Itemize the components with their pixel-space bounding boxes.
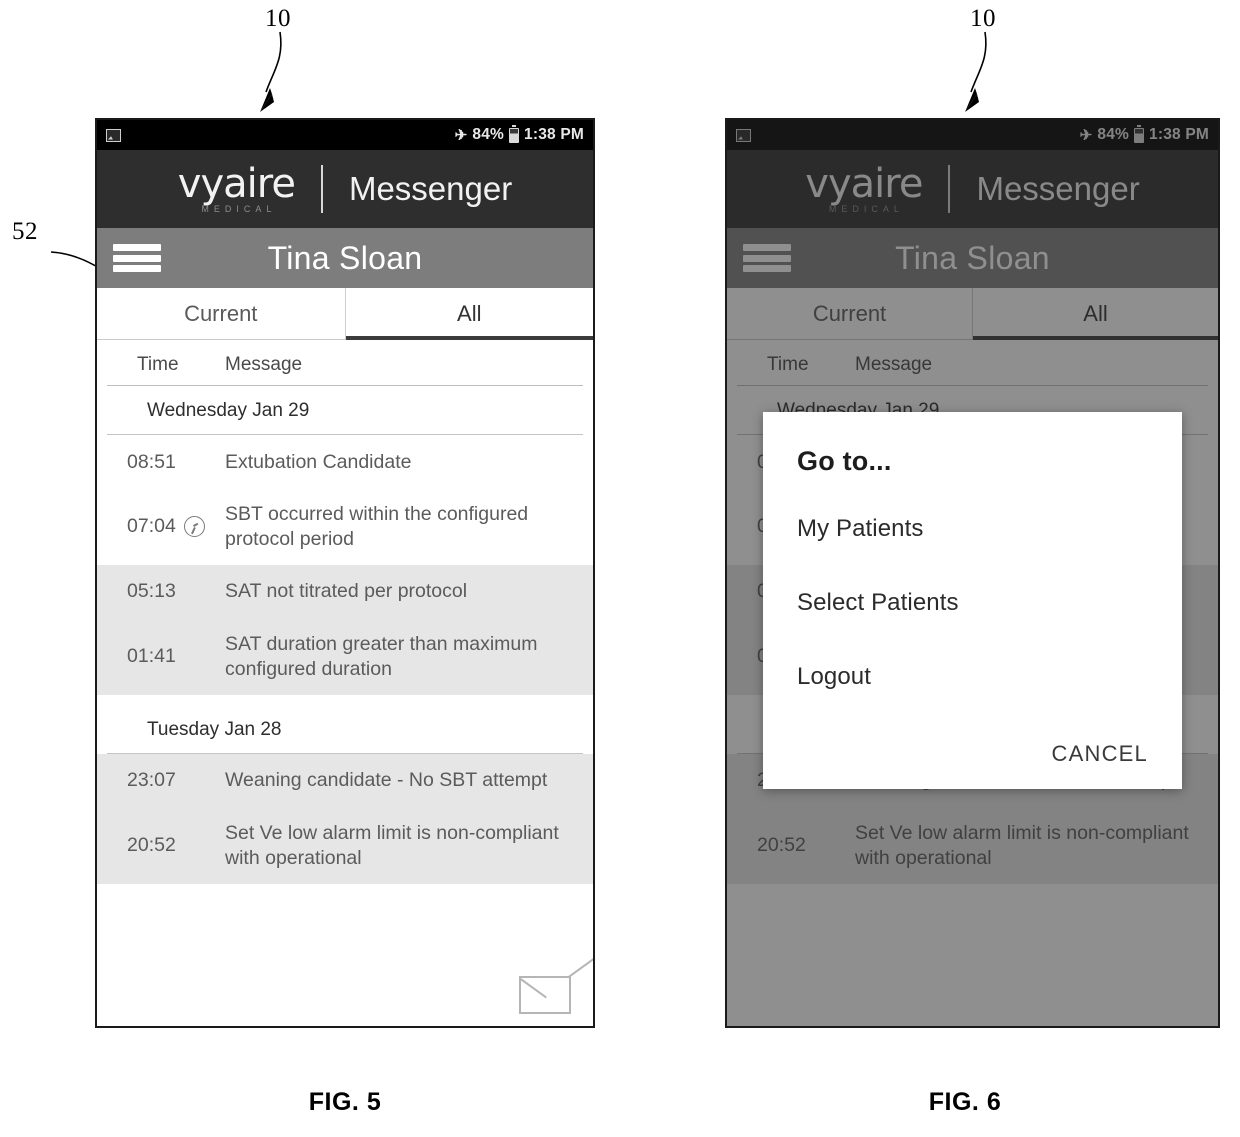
row-message: SBT occurred within the configured proto… bbox=[225, 503, 529, 550]
hamburger-bar bbox=[113, 244, 161, 251]
row-time: 20:52 bbox=[757, 834, 806, 857]
clock-icon bbox=[183, 516, 205, 538]
dialog-item-my-patients[interactable]: My Patients bbox=[797, 515, 1148, 589]
phone-screen-fig5: ✈ 84% 1:38 PM vyaire MEDICAL Messenger T… bbox=[95, 118, 595, 1028]
dialog-item-logout[interactable]: Logout bbox=[797, 663, 1148, 737]
ref-numeral-52: 52 bbox=[12, 218, 38, 245]
tab-label: All bbox=[1083, 300, 1108, 326]
table-row[interactable]: 08:51 Extubation Candidate bbox=[97, 435, 593, 489]
table-row[interactable]: 01:41 SAT duration greater than maximum … bbox=[97, 618, 593, 695]
airplane-mode-icon: ✈ bbox=[1079, 126, 1093, 144]
ref-numeral-10-fig5: 10 bbox=[265, 5, 291, 32]
tab-label: Current bbox=[812, 300, 887, 326]
row-time: 20:52 bbox=[127, 834, 176, 857]
title-bar: Tina Sloan bbox=[97, 228, 593, 288]
tab-bar: Current All bbox=[727, 288, 1218, 340]
table-row[interactable]: 23:07 Weaning candidate - No SBT attempt bbox=[97, 753, 593, 808]
brand-subtitle: MEDICAL bbox=[828, 203, 904, 214]
row-message: Set Ve low alarm limit is non-compliant … bbox=[855, 821, 1189, 869]
status-bar: ✈ 84% 1:38 PM bbox=[727, 120, 1218, 150]
hamburger-bar bbox=[743, 244, 791, 251]
row-message: SAT duration greater than maximum config… bbox=[225, 632, 538, 680]
row-time-label: 07:04 bbox=[127, 515, 176, 538]
tab-current[interactable]: Current bbox=[97, 288, 345, 339]
envelope-icon[interactable] bbox=[519, 976, 571, 1014]
row-message: SAT not titrated per protocol bbox=[225, 580, 468, 603]
hamburger-bar bbox=[743, 265, 791, 272]
photo-icon bbox=[736, 128, 751, 142]
figure-caption-fig5: FIG. 5 bbox=[308, 1088, 382, 1116]
tab-all[interactable]: All bbox=[972, 288, 1218, 340]
battery-percent-label: 84% bbox=[472, 126, 505, 143]
page-title: Tina Sloan bbox=[895, 239, 1050, 276]
ref-numeral-10-fig6: 10 bbox=[970, 5, 996, 32]
tab-bar: Current All bbox=[97, 288, 593, 340]
column-headers: Time Message bbox=[737, 340, 1208, 386]
brand-bar: vyaire MEDICAL Messenger bbox=[727, 150, 1218, 228]
table-row: 20:52 Set Ve low alarm limit is non-comp… bbox=[727, 807, 1218, 884]
battery-percent-label: 84% bbox=[1097, 126, 1130, 143]
clock-time-label: 1:38 PM bbox=[524, 126, 584, 143]
vyaire-logo: vyaire MEDICAL bbox=[177, 160, 321, 214]
figure-caption-fig6: FIG. 6 bbox=[928, 1088, 1002, 1116]
dialog-item-select-patients[interactable]: Select Patients bbox=[797, 589, 1148, 663]
row-message: Weaning candidate - No SBT attempt bbox=[225, 769, 548, 792]
tab-label: Current bbox=[184, 300, 258, 326]
row-time: 23:07 bbox=[127, 769, 176, 792]
row-time: 08:51 bbox=[127, 450, 176, 473]
battery-icon bbox=[509, 124, 520, 143]
column-headers: Time Message bbox=[107, 340, 583, 386]
airplane-mode-icon: ✈ bbox=[454, 126, 468, 144]
tab-all[interactable]: All bbox=[344, 288, 594, 340]
column-header-time: Time bbox=[767, 354, 809, 375]
hamburger-bar bbox=[743, 254, 791, 262]
battery-icon bbox=[1134, 124, 1145, 143]
clock-time-label: 1:38 PM bbox=[1149, 126, 1209, 143]
day-header: Tuesday Jan 28 bbox=[107, 705, 583, 754]
page-title: Tina Sloan bbox=[267, 239, 423, 276]
row-time: 05:13 bbox=[127, 580, 176, 603]
cancel-button[interactable]: CANCEL bbox=[1052, 741, 1148, 767]
column-header-message: Message bbox=[855, 354, 933, 375]
brand-bar: vyaire MEDICAL Messenger bbox=[97, 150, 593, 228]
leader-line-10-fig5 bbox=[260, 31, 282, 112]
dialog-title: Go to... bbox=[797, 446, 892, 476]
day-header: Wednesday Jan 29 bbox=[107, 386, 583, 435]
row-message: Set Ve low alarm limit is non-compliant … bbox=[225, 821, 559, 869]
go-to-dialog: Go to... My Patients Select Patients Log… bbox=[763, 412, 1182, 789]
row-message: Extubation Candidate bbox=[225, 450, 412, 473]
table-row[interactable]: 05:13 SAT not titrated per protocol bbox=[97, 564, 593, 619]
app-name-label: Messenger bbox=[348, 170, 513, 207]
patent-figure-sheet: 10 52 10 ✈ 84% 1:38 PM vyaire MEDICAL Me… bbox=[0, 0, 1240, 1137]
table-row[interactable]: 07:04 SBT occurred within the configured… bbox=[97, 489, 593, 565]
photo-icon bbox=[106, 128, 121, 142]
leader-line-10-fig6 bbox=[965, 31, 987, 112]
hamburger-bar bbox=[113, 254, 161, 262]
brand-wordmark: vyaire bbox=[805, 160, 923, 207]
column-header-time: Time bbox=[137, 354, 179, 375]
brand-wordmark: vyaire bbox=[177, 160, 296, 207]
brand-subtitle: MEDICAL bbox=[201, 203, 277, 214]
column-header-message: Message bbox=[225, 354, 303, 375]
tab-label: All bbox=[457, 300, 482, 326]
phone-screen-fig6: ✈ 84% 1:38 PM vyaire MEDICAL Messenger T… bbox=[725, 118, 1220, 1028]
app-name-label: Messenger bbox=[976, 170, 1140, 207]
vyaire-logo: vyaire MEDICAL bbox=[805, 160, 948, 214]
message-list[interactable]: Time Message Wednesday Jan 29 08:51 Extu… bbox=[97, 340, 593, 1026]
hamburger-bar bbox=[113, 265, 161, 272]
status-bar: ✈ 84% 1:38 PM bbox=[97, 120, 593, 150]
row-time: 01:41 bbox=[127, 645, 176, 668]
list-spacer bbox=[97, 694, 593, 705]
hamburger-menu-icon[interactable] bbox=[743, 241, 791, 275]
row-time: 07:04 bbox=[97, 515, 225, 538]
table-row[interactable]: 20:52 Set Ve low alarm limit is non-comp… bbox=[97, 807, 593, 884]
dialog-actions: CANCEL bbox=[797, 737, 1148, 767]
title-bar: Tina Sloan bbox=[727, 228, 1218, 288]
tab-current[interactable]: Current bbox=[727, 288, 972, 339]
hamburger-menu-icon[interactable] bbox=[113, 241, 161, 275]
